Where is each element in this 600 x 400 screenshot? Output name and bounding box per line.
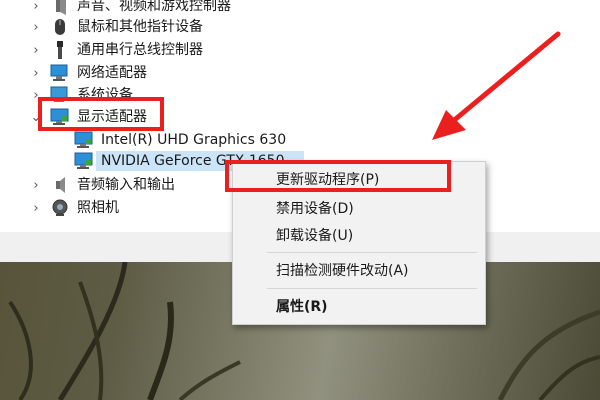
- speaker-icon: [50, 0, 70, 15]
- mouse-icon: [50, 18, 70, 36]
- menu-item-disable-device[interactable]: 禁用设备(D): [276, 199, 354, 219]
- tree-item-label: 通用串行总线控制器: [77, 42, 203, 58]
- audio-icon: [50, 176, 70, 194]
- menu-separator: [267, 252, 477, 253]
- tree-item-label: Intel(R) UHD Graphics 630: [101, 132, 287, 148]
- tree-item-network-adapters[interactable]: › 网络适配器: [0, 62, 300, 84]
- chevron-right-icon[interactable]: ›: [30, 197, 42, 219]
- tree-item-label: 声音、视频和游戏控制器: [77, 0, 231, 14]
- menu-item-properties[interactable]: 属性(R): [276, 297, 328, 317]
- tree-item-label: 鼠标和其他指针设备: [77, 19, 203, 35]
- tree-item-label: 网络适配器: [77, 65, 147, 81]
- camera-icon: [50, 199, 70, 217]
- network-icon: [50, 64, 70, 82]
- highlight-box-update-driver: [225, 160, 451, 192]
- tree-item-intel-gpu[interactable]: Intel(R) UHD Graphics 630: [0, 129, 300, 151]
- tree-item-label: 音频输入和输出: [77, 177, 175, 193]
- menu-separator: [267, 288, 477, 289]
- tree-item-usb-controllers[interactable]: › 通用串行总线控制器: [0, 39, 300, 61]
- tree-item-sound-video-game[interactable]: › 声音、视频和游戏控制器: [0, 0, 300, 17]
- usb-icon: [50, 41, 70, 59]
- tree-item-mice[interactable]: › 鼠标和其他指针设备: [0, 16, 300, 38]
- chevron-right-icon[interactable]: ›: [30, 39, 42, 61]
- tree-item-label: 照相机: [77, 200, 119, 216]
- chevron-right-icon[interactable]: ›: [30, 16, 42, 38]
- chevron-right-icon[interactable]: ›: [30, 62, 42, 84]
- chevron-right-icon[interactable]: ›: [30, 174, 42, 196]
- menu-item-scan-hardware[interactable]: 扫描检测硬件改动(A): [276, 261, 409, 281]
- monitor-icon: [74, 131, 94, 149]
- menu-item-uninstall-device[interactable]: 卸载设备(U): [276, 226, 353, 246]
- chevron-right-icon[interactable]: ›: [30, 0, 42, 17]
- highlight-box-display-adapters: [38, 97, 164, 131]
- monitor-icon: [74, 152, 94, 170]
